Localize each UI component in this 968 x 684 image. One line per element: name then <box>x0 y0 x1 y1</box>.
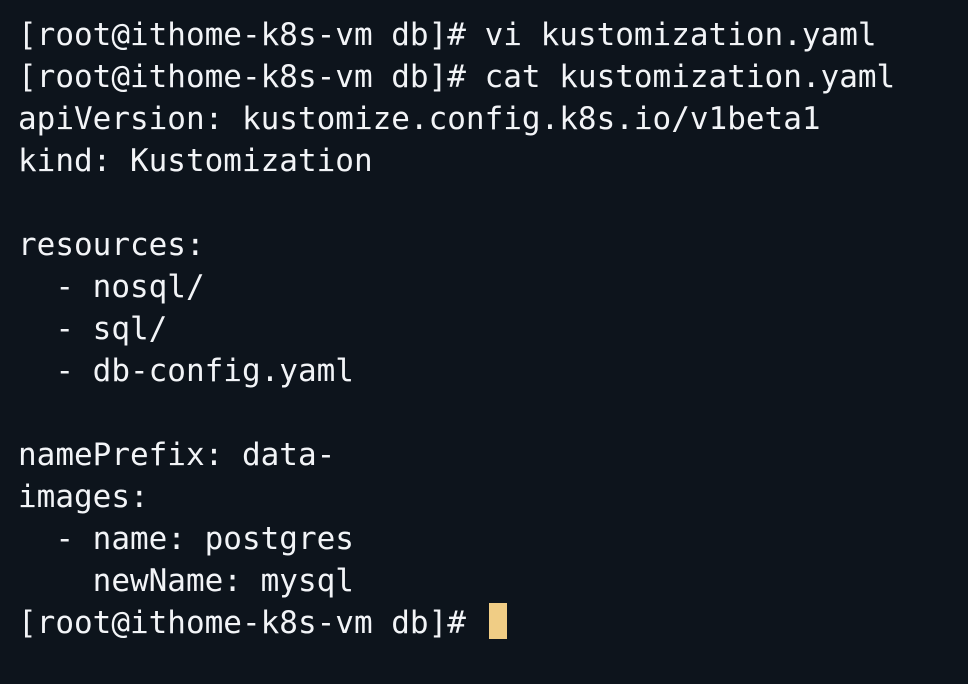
yaml-line-image-name: - name: postgres <box>18 521 354 557</box>
terminal-window[interactable]: [root@ithome-k8s-vm db]# vi kustomizatio… <box>0 0 968 684</box>
yaml-line-resource-sql: - sql/ <box>18 311 168 347</box>
yaml-line-resources: resources: <box>18 227 205 263</box>
yaml-line-kind: kind: Kustomization <box>18 143 373 179</box>
yaml-line-apiversion: apiVersion: kustomize.config.k8s.io/v1be… <box>18 101 821 137</box>
shell-prompt: [root@ithome-k8s-vm db]# <box>18 605 485 641</box>
terminal-cursor <box>488 603 507 639</box>
yaml-line-resource-db-config: - db-config.yaml <box>18 353 354 389</box>
yaml-line-images: images: <box>18 479 149 515</box>
terminal-line-vi-command: [root@ithome-k8s-vm db]# vi kustomizatio… <box>18 17 877 53</box>
yaml-line-nameprefix: namePrefix: data- <box>18 437 336 473</box>
yaml-line-image-newname: newName: mysql <box>18 563 354 599</box>
terminal-line-cat-command: [root@ithome-k8s-vm db]# cat kustomizati… <box>18 59 896 95</box>
yaml-line-resource-nosql: - nosql/ <box>18 269 205 305</box>
terminal-prompt-line[interactable]: [root@ithome-k8s-vm db]# <box>18 602 968 644</box>
